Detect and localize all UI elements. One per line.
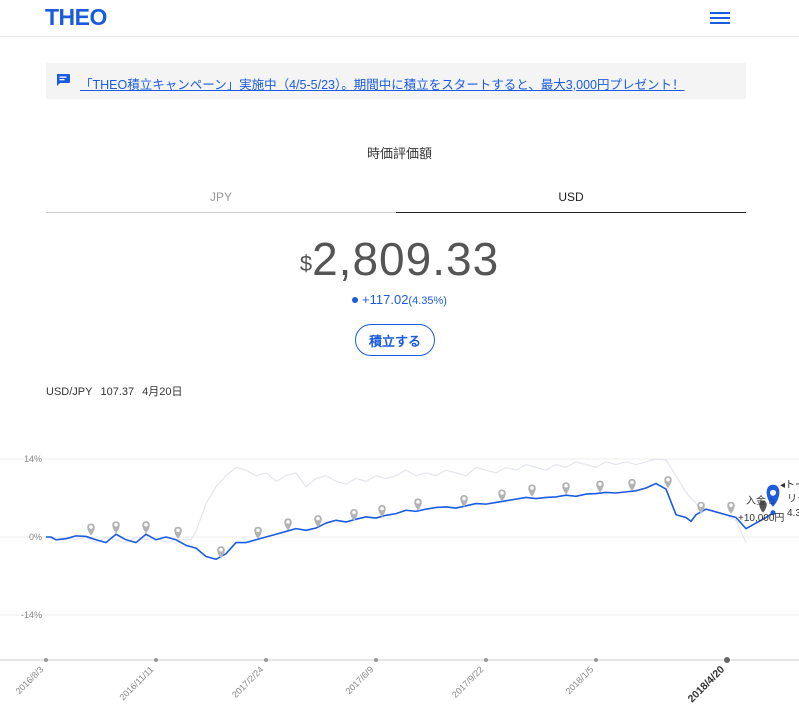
deposit-pin-dot bbox=[666, 477, 670, 482]
x-tick-label: 2017/9/22 bbox=[450, 664, 485, 699]
performance-chart[interactable]: 14% 0% -14% ◂トータルリターン 4.35% 入金 ⌂ +10,000円 2016/… bbox=[0, 440, 799, 718]
currency-symbol: $ bbox=[299, 251, 313, 276]
deposit-pin-dot bbox=[416, 500, 420, 504]
deposit-pin-dot bbox=[114, 522, 118, 527]
deposit-pin-dot bbox=[256, 528, 260, 533]
hamburger-menu-icon[interactable] bbox=[708, 10, 732, 26]
site-header: THEO bbox=[0, 0, 799, 37]
total-return-label: リターン bbox=[787, 493, 799, 505]
deposit-pin-dot bbox=[500, 491, 504, 495]
portfolio-series-line bbox=[46, 482, 774, 561]
deposit-pin-dot bbox=[144, 522, 148, 527]
y-tick-label: 0% bbox=[29, 532, 42, 542]
deposit-pin-dot bbox=[564, 483, 568, 488]
x-tick-label: 2018/4/20 bbox=[686, 664, 728, 706]
fx-rate: USD/JPY 107.37 4月20日 bbox=[46, 383, 190, 399]
invest-button[interactable]: 積立する bbox=[355, 324, 435, 356]
deposit-pin-dot bbox=[630, 480, 634, 485]
page-title: 時価評価額 bbox=[366, 146, 432, 161]
tab-usd[interactable]: USD bbox=[396, 190, 746, 213]
fx-date: 4月20日 bbox=[142, 386, 183, 398]
tab-jpy[interactable]: JPY bbox=[46, 190, 396, 213]
deposit-pin-dot bbox=[89, 525, 93, 529]
deposit-value: +10,000円 bbox=[738, 513, 784, 524]
deposit-pin-dot bbox=[462, 496, 466, 501]
deposit-pin-dot bbox=[219, 547, 223, 552]
deposit-pin-dot bbox=[699, 503, 703, 508]
currency-tabs: JPY USD bbox=[46, 190, 746, 214]
campaign-link[interactable]: 「THEO積立キャンペーン」実施中（4/5-5/23）。期間中に積立をスタートす… bbox=[80, 74, 685, 93]
deposit-pin-dot bbox=[729, 503, 733, 508]
valuation-number: 2,809.33 bbox=[312, 233, 500, 285]
deposit-pin-dot bbox=[286, 520, 290, 524]
total-return-label: ◂トータル bbox=[780, 479, 799, 491]
x-tick-dot bbox=[44, 658, 48, 662]
change-percent: (4.35%) bbox=[408, 295, 447, 307]
fx-rate-value: 107.37 bbox=[100, 386, 135, 398]
fx-pair-label: USD/JPY bbox=[46, 386, 93, 398]
deposit-pin-dot bbox=[316, 516, 320, 521]
x-tick-dot bbox=[154, 658, 158, 662]
x-tick-label: 2018/1/5 bbox=[564, 664, 596, 696]
x-tick-dot bbox=[484, 658, 488, 662]
y-tick-label: -14% bbox=[21, 610, 42, 620]
x-tick-dot bbox=[374, 658, 378, 662]
x-tick-dot bbox=[594, 658, 598, 662]
y-tick-label: 14% bbox=[24, 454, 42, 464]
chat-icon bbox=[56, 74, 70, 86]
x-tick-label: 2016/8/3 bbox=[14, 664, 46, 696]
deposit-pin-dot bbox=[176, 528, 180, 533]
deposit-pin-dot bbox=[352, 510, 356, 515]
deposit-label: 入金 ⌂ bbox=[746, 494, 775, 507]
benchmark-series-line bbox=[45, 458, 747, 544]
deposit-pin-dot bbox=[530, 486, 534, 490]
deposit-pin-dot bbox=[598, 482, 602, 486]
x-tick-dot bbox=[264, 658, 268, 662]
valuation-change: +117.02(4.35%) bbox=[0, 292, 799, 307]
valuation-amount: $2,809.33 bbox=[0, 232, 799, 286]
x-tick-label: 2016/11/11 bbox=[117, 664, 155, 702]
campaign-banner: 「THEO積立キャンペーン」実施中（4/5-5/23）。期間中に積立をスタートす… bbox=[46, 63, 746, 99]
change-amount: +117.02 bbox=[362, 292, 409, 307]
x-tick-dot bbox=[724, 657, 730, 663]
x-tick-label: 2017/6/9 bbox=[344, 664, 376, 696]
x-tick-label: 2017/2/24 bbox=[230, 664, 265, 699]
change-dot-icon bbox=[352, 296, 359, 303]
deposit-pin-dot bbox=[380, 506, 384, 511]
total-return-value: 4.35% bbox=[787, 508, 799, 519]
theo-logo[interactable]: THEO bbox=[45, 4, 107, 31]
